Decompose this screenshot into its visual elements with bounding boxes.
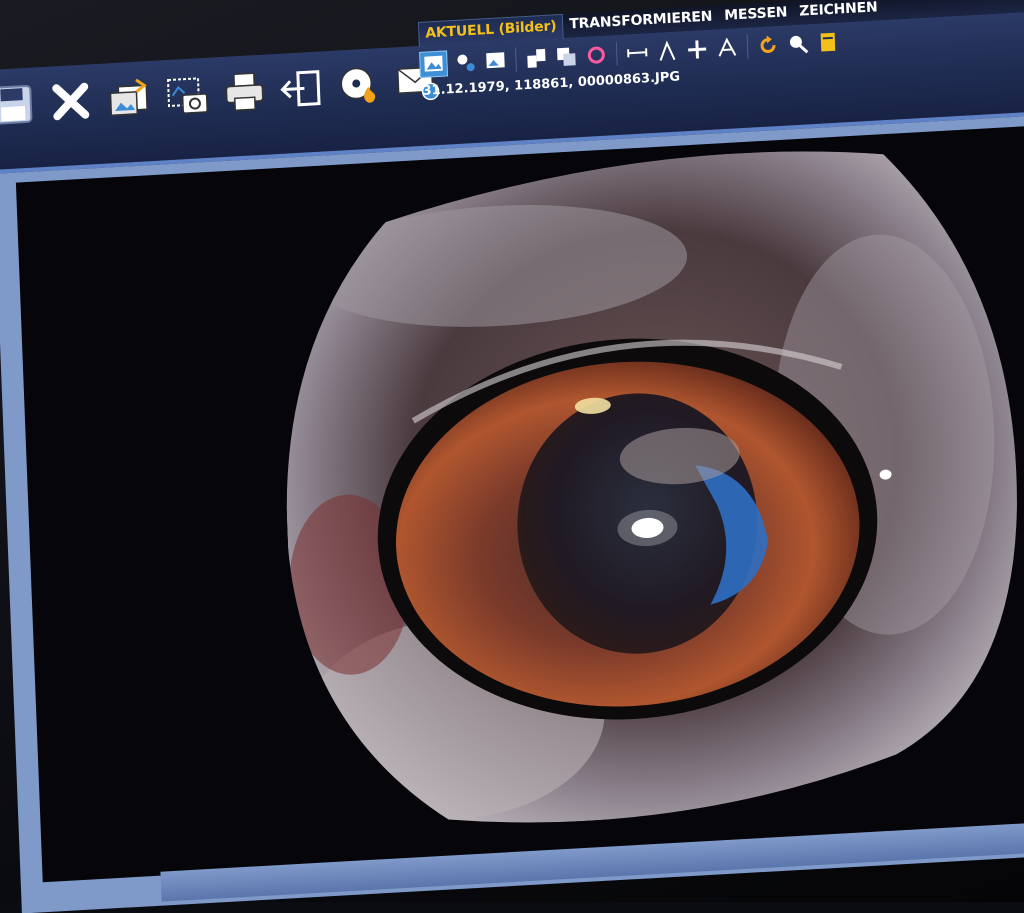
rotate-icon <box>587 46 605 64</box>
export-button[interactable] <box>280 65 326 111</box>
capture-photo-icon <box>166 77 208 114</box>
search-icon <box>789 35 809 54</box>
refresh-button[interactable] <box>756 33 781 58</box>
cross-button[interactable] <box>685 37 710 62</box>
save-button[interactable] <box>0 82 36 128</box>
burn-disc-icon <box>340 67 376 103</box>
document-button[interactable] <box>816 29 841 54</box>
duplicate-icon <box>557 47 576 66</box>
search-button[interactable] <box>786 31 811 56</box>
measure-angle-button[interactable] <box>655 38 680 63</box>
measure-angle-icon <box>659 40 676 61</box>
image-view-icon <box>424 55 443 72</box>
capture-photo-button[interactable] <box>164 72 210 118</box>
separator <box>514 47 517 72</box>
split-icon <box>718 37 737 57</box>
tab-messen[interactable]: MESSEN <box>718 1 794 29</box>
application-window: AKTUELL (Bilder) TRANSFORMIEREN MESSEN Z… <box>0 0 1024 913</box>
adjust-brightness-button[interactable] <box>453 50 478 75</box>
adjust-brightness-icon <box>457 54 475 72</box>
burn-disc-button[interactable] <box>338 62 384 108</box>
viewer-frame <box>0 114 1024 913</box>
image-icon <box>486 52 505 69</box>
cross-icon <box>688 40 707 59</box>
image-button[interactable] <box>483 48 508 73</box>
print-button[interactable] <box>222 69 268 115</box>
image-view-button[interactable] <box>419 50 449 78</box>
main-actions <box>0 59 441 128</box>
tab-zeichnen[interactable]: ZEICHNEN <box>793 0 884 25</box>
import-images-button[interactable] <box>106 75 152 121</box>
tab-aktuell[interactable]: AKTUELL (Bilder) <box>417 13 564 47</box>
separator <box>615 41 618 66</box>
import-images-icon <box>109 78 148 117</box>
image-viewer[interactable] <box>15 124 1024 883</box>
measure-line-button[interactable] <box>625 40 650 65</box>
separator <box>746 34 749 59</box>
save-icon <box>0 84 33 125</box>
eye-photograph <box>273 138 1024 837</box>
refresh-icon <box>760 35 776 53</box>
close-button[interactable] <box>48 78 94 124</box>
rotate-button[interactable] <box>584 42 609 67</box>
document-icon <box>820 32 836 52</box>
measure-line-icon <box>627 48 648 58</box>
compare-icon <box>527 48 546 68</box>
tab-transformieren[interactable]: TRANSFORMIEREN <box>563 5 719 38</box>
export-icon <box>280 70 321 107</box>
compare-button[interactable] <box>524 46 549 71</box>
print-icon <box>225 72 264 112</box>
duplicate-button[interactable] <box>554 44 579 69</box>
split-button[interactable] <box>715 35 740 60</box>
close-icon <box>52 82 90 121</box>
